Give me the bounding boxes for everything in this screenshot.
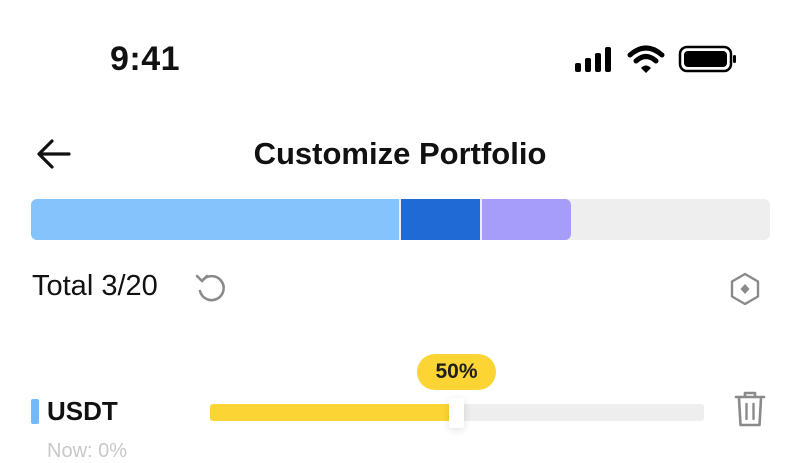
wifi-icon	[627, 45, 665, 73]
total-label: Total 3/20	[32, 270, 158, 302]
reset-icon[interactable]	[194, 271, 228, 305]
settings-hexagon-icon[interactable]	[727, 271, 763, 307]
allocation-bar	[31, 199, 770, 240]
asset-name: USDT	[47, 396, 118, 426]
asset-color-marker	[31, 399, 39, 424]
battery-icon	[678, 45, 736, 73]
allocation-segment	[401, 199, 480, 240]
allocation-segment	[482, 199, 571, 240]
allocation-percent-badge: 50%	[417, 354, 496, 390]
cellular-signal-icon	[575, 46, 615, 72]
trash-icon[interactable]	[733, 390, 767, 428]
allocation-slider-fill	[210, 404, 449, 421]
asset-current-allocation: Now: 0%	[47, 440, 128, 462]
page-title: Customize Portfolio	[253, 136, 547, 171]
allocation-slider-thumb[interactable]	[449, 398, 464, 428]
allocation-segment	[31, 199, 399, 240]
status-time: 9:41	[110, 40, 181, 78]
